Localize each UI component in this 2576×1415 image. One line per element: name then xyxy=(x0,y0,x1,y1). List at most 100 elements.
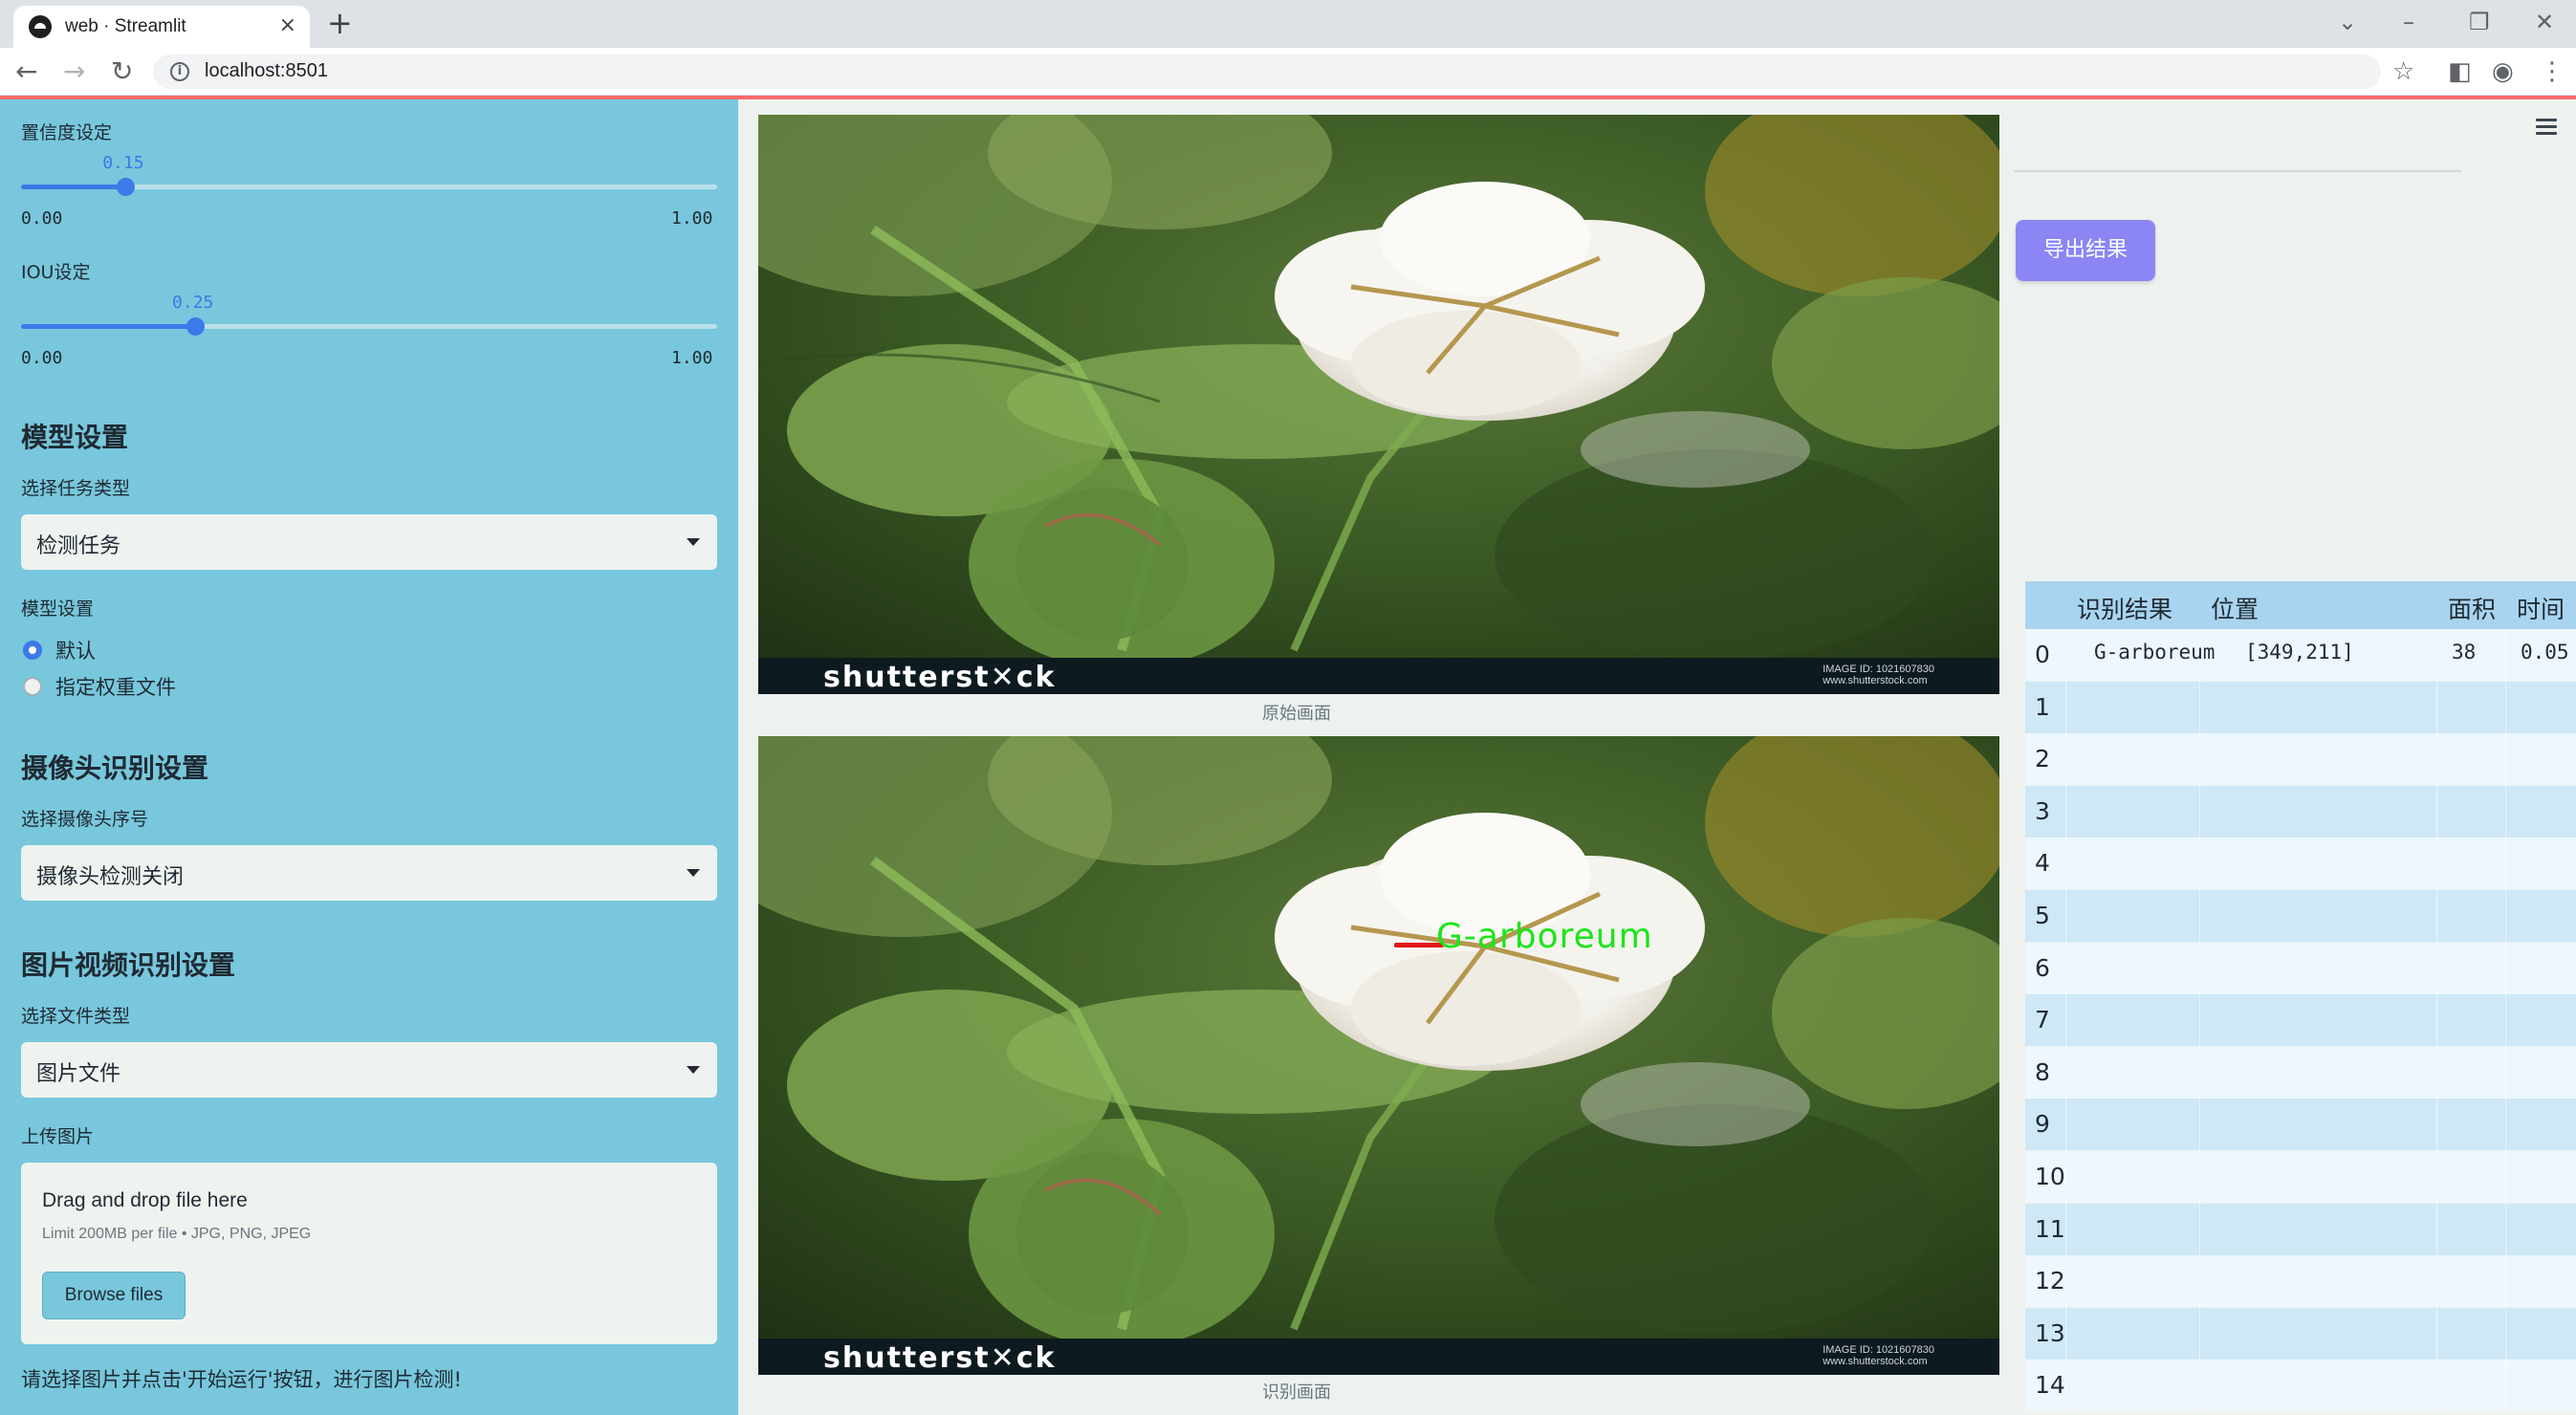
file-dropzone[interactable]: Drag and drop file here Limit 200MB per … xyxy=(21,1163,717,1344)
col-header-result[interactable]: 识别结果 xyxy=(2077,591,2172,625)
task-type-value: 检测任务 xyxy=(36,534,121,558)
file-type-select[interactable]: 图片文件 xyxy=(21,1042,717,1098)
table-row[interactable]: 9 xyxy=(2025,1099,2576,1151)
site-info-icon[interactable]: i xyxy=(170,62,189,81)
new-tab-icon[interactable]: + xyxy=(327,6,353,40)
col-header-time[interactable]: 时间 xyxy=(2517,591,2565,625)
column-separator xyxy=(2436,733,2437,786)
column-separator xyxy=(2065,1360,2066,1412)
table-row[interactable]: 12 xyxy=(2025,1255,2576,1308)
table-row[interactable]: 10 xyxy=(2025,1151,2576,1203)
back-icon[interactable]: ← xyxy=(15,55,37,88)
confidence-slider[interactable] xyxy=(21,178,717,196)
column-separator xyxy=(2505,1255,2506,1308)
tab-search-icon[interactable]: ⌄ xyxy=(2338,8,2357,36)
table-row[interactable]: 8 xyxy=(2025,1046,2576,1099)
table-row[interactable]: 5 xyxy=(2025,890,2576,942)
column-separator xyxy=(2436,1099,2437,1151)
watermark-bar: shutterst✕ck IMAGE ID: 1021607830 www.sh… xyxy=(758,1339,1999,1375)
row-index: 2 xyxy=(2035,745,2050,773)
dropzone-title: Drag and drop file here xyxy=(42,1189,248,1211)
column-separator xyxy=(2199,1255,2200,1308)
table-row[interactable]: 4 xyxy=(2025,838,2576,890)
confidence-label: 置信度设定 xyxy=(21,122,113,143)
iou-label: IOU设定 xyxy=(21,262,91,283)
original-image: shutterst✕ck IMAGE ID: 1021607830 www.sh… xyxy=(758,115,1999,694)
cell-time: 0.05 xyxy=(2521,641,2569,664)
profile-avatar-icon[interactable]: ◉ xyxy=(2492,55,2514,88)
task-type-select[interactable]: 检测任务 xyxy=(21,514,717,570)
forward-icon[interactable]: → xyxy=(63,55,85,88)
browser-tab[interactable]: web · Streamlit × xyxy=(13,6,310,48)
url-text: localhost:8501 xyxy=(205,60,328,81)
browse-files-button[interactable]: Browse files xyxy=(42,1272,186,1319)
table-row[interactable]: 6 xyxy=(2025,942,2576,994)
column-separator xyxy=(2199,733,2200,786)
file-type-label: 选择文件类型 xyxy=(21,1006,131,1027)
cell-result: G-arboreum xyxy=(2094,641,2216,664)
detection-label: G-arboreum xyxy=(1436,917,1653,956)
menu-kebab-icon[interactable]: ⋮ xyxy=(2540,55,2565,88)
column-separator xyxy=(2065,994,2066,1047)
bookmark-star-icon[interactable]: ☆ xyxy=(2392,55,2414,88)
confidence-max: 1.00 xyxy=(671,208,713,229)
column-separator xyxy=(2505,785,2506,838)
row-index: 14 xyxy=(2035,1371,2065,1400)
column-separator xyxy=(2436,1307,2437,1360)
row-index: 10 xyxy=(2035,1163,2065,1190)
row-index: 4 xyxy=(2035,849,2050,878)
radio-custom-weights-label: 指定权重文件 xyxy=(55,676,176,699)
camera-select[interactable]: 摄像头检测关闭 xyxy=(21,845,717,901)
col-header-area[interactable]: 面积 xyxy=(2448,591,2496,625)
confidence-slider-thumb[interactable] xyxy=(117,178,136,196)
column-separator xyxy=(2505,681,2506,733)
watermark-bar: shutterst✕ck IMAGE ID: 1021607830 www.sh… xyxy=(758,658,1999,694)
original-caption: 原始画面 xyxy=(1262,704,1331,724)
reload-icon[interactable]: ↻ xyxy=(111,55,133,88)
watermark-logo: shutterst✕ck xyxy=(823,1341,1057,1375)
column-separator xyxy=(2065,733,2066,786)
iou-slider[interactable] xyxy=(21,317,717,336)
radio-default-dot[interactable] xyxy=(23,641,42,660)
radio-custom-weights-dot[interactable] xyxy=(23,677,42,696)
side-panel-icon[interactable]: ◧ xyxy=(2448,55,2472,88)
cell-area: 38 xyxy=(2452,641,2477,664)
row-index: 11 xyxy=(2035,1214,2065,1243)
table-row[interactable]: 11 xyxy=(2025,1203,2576,1255)
close-window-icon[interactable]: ✕ xyxy=(2535,8,2554,36)
watermark-id: IMAGE ID: 1021607830 www.shutterstock.co… xyxy=(1823,1344,1934,1367)
table-row[interactable]: 7 xyxy=(2025,994,2576,1047)
model-settings-label: 模型设置 xyxy=(21,599,95,620)
column-separator xyxy=(2199,838,2200,890)
watermark-id: IMAGE ID: 1021607830 www.shutterstock.co… xyxy=(1823,664,1934,686)
column-separator xyxy=(2199,942,2200,994)
table-row[interactable]: 14 xyxy=(2025,1360,2576,1412)
table-row[interactable]: 0 G-arboreum [349,211] 38 0.05 xyxy=(2025,629,2576,681)
export-results-button[interactable]: 导出结果 xyxy=(2016,220,2155,281)
column-separator xyxy=(2505,890,2506,942)
iou-slider-thumb[interactable] xyxy=(186,317,205,336)
minimize-icon[interactable]: – xyxy=(2403,8,2414,36)
row-index: 1 xyxy=(2035,692,2050,721)
tab-close-icon[interactable]: × xyxy=(279,11,296,40)
tab-title: web · Streamlit xyxy=(65,16,186,36)
column-separator xyxy=(2505,1360,2506,1412)
camera-value: 摄像头检测关闭 xyxy=(36,865,185,889)
column-separator xyxy=(2065,1203,2066,1255)
result-caption: 识别画面 xyxy=(1262,1382,1331,1403)
watermark-logo: shutterst✕ck xyxy=(823,661,1057,694)
url-field[interactable]: i localhost:8501 xyxy=(153,54,2381,89)
browser-tab-bar: web · Streamlit × + ⌄ – ❐ ✕ xyxy=(0,0,2576,48)
table-row[interactable]: 13 xyxy=(2025,1307,2576,1360)
address-bar-row: ← → ↻ i localhost:8501 ☆ ◧ ◉ ⋮ xyxy=(0,48,2576,96)
iou-value: 0.25 xyxy=(172,293,214,313)
column-separator xyxy=(2436,838,2437,890)
hamburger-menu-icon[interactable] xyxy=(2536,119,2557,136)
restore-icon[interactable]: ❐ xyxy=(2469,8,2490,36)
table-row[interactable]: 1 xyxy=(2025,681,2576,733)
camera-settings-heading: 摄像头识别设置 xyxy=(21,752,209,784)
table-row[interactable]: 2 xyxy=(2025,733,2576,786)
col-header-position[interactable]: 位置 xyxy=(2211,591,2259,625)
table-row[interactable]: 3 xyxy=(2025,785,2576,838)
row-index: 5 xyxy=(2035,902,2050,929)
